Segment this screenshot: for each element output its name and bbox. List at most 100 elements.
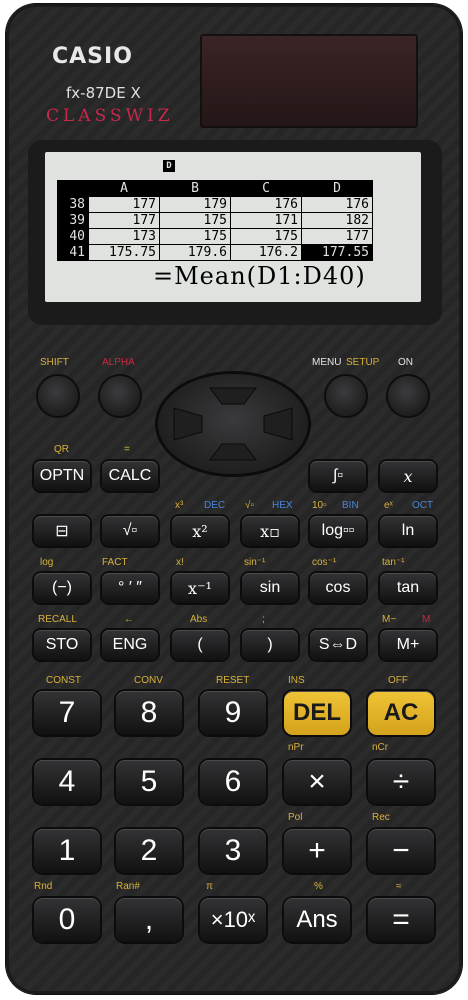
key-label: M: [422, 614, 431, 625]
key-label: INS: [288, 675, 305, 686]
row-number: 40: [57, 228, 89, 245]
digit-4-button[interactable]: 4: [34, 760, 100, 804]
digit-3-button[interactable]: 3: [200, 829, 266, 873]
key-label: CONV: [134, 675, 163, 686]
ans-button[interactable]: Ans: [284, 898, 350, 942]
sheet-cell: 182: [301, 212, 373, 229]
key-label: log: [40, 557, 54, 568]
square-button[interactable]: x²: [172, 516, 228, 546]
sheet-corner: [57, 180, 89, 197]
digit-2-button[interactable]: 2: [116, 829, 182, 873]
shift-button[interactable]: [38, 376, 78, 416]
equals-button[interactable]: =: [368, 898, 434, 942]
key-label: Ran#: [116, 881, 140, 892]
row-number: 39: [57, 212, 89, 229]
negative-button[interactable]: (−): [34, 573, 90, 603]
qr-label: QR: [54, 444, 69, 455]
sheet-cell: 175.75: [88, 244, 160, 261]
key-label: HEX: [272, 500, 293, 511]
open-paren-button[interactable]: (: [172, 630, 228, 660]
row-number: 38: [57, 196, 89, 213]
degrees-button[interactable]: ° ′ ″: [102, 573, 158, 603]
power-button[interactable]: x▫: [242, 516, 298, 546]
dpad-down-icon: [209, 443, 257, 461]
calc-button[interactable]: CALC: [102, 461, 158, 491]
key-label: OFF: [388, 675, 408, 686]
digit-6-button[interactable]: 6: [200, 760, 266, 804]
optn-button[interactable]: OPTN: [34, 461, 90, 491]
key-label: √▫: [245, 500, 255, 511]
sheet-cell: 175: [159, 228, 231, 245]
formula-line: =Mean(D1:D40): [153, 262, 366, 290]
shift-label: SHIFT: [40, 357, 69, 368]
equals-label: =: [124, 444, 130, 455]
key-label: nPr: [288, 742, 304, 753]
m-plus-button[interactable]: M+: [380, 630, 436, 660]
key-label: sin⁻¹: [244, 557, 266, 568]
key-label: x!: [176, 557, 184, 568]
sheet-cell: 177: [88, 212, 160, 229]
sheet-row: 40 173 175 175 177: [57, 228, 373, 245]
divide-button[interactable]: ÷: [368, 760, 434, 804]
del-button[interactable]: DEL: [284, 691, 350, 735]
on-button[interactable]: [388, 376, 428, 416]
setup-label: SETUP: [346, 357, 380, 368]
digit-9-button[interactable]: 9: [200, 691, 266, 735]
sheet-row: 39 177 175 171 182: [57, 212, 373, 229]
multiply-button[interactable]: ×: [284, 760, 350, 804]
digit-7-button[interactable]: 7: [34, 691, 100, 735]
key-label: π: [206, 881, 213, 892]
dpad-arrows: [173, 387, 293, 461]
ac-button[interactable]: AC: [368, 691, 434, 735]
eng-button[interactable]: ENG: [102, 630, 158, 660]
cos-button[interactable]: cos: [310, 573, 366, 603]
sheet-cell: 176: [230, 196, 302, 213]
sheet-row: 41 175.75 179.6 176.2 177.55: [57, 244, 373, 261]
selected-cell: 177.55: [301, 244, 373, 261]
key-label: CONST: [46, 675, 81, 686]
log-base-button[interactable]: log▫▫: [310, 516, 366, 546]
reciprocal-button[interactable]: x⁻¹: [172, 573, 228, 603]
key-label: M−: [382, 614, 397, 625]
key-label: RECALL: [38, 614, 77, 625]
integral-button[interactable]: ∫▫: [310, 461, 366, 491]
sd-button[interactable]: S⇔D: [310, 630, 366, 660]
sheet-cell: 177: [88, 196, 160, 213]
column-header: B: [159, 180, 231, 197]
lcd-display: D A B C D 38 177 179 176 176 39 177 175 …: [45, 152, 421, 302]
sheet-cell: 171: [230, 212, 302, 229]
fraction-button[interactable]: ⊟: [34, 516, 90, 546]
key-label: DEC: [204, 500, 226, 511]
x-variable-button[interactable]: x: [380, 461, 436, 491]
alpha-button[interactable]: [100, 376, 140, 416]
exp10-button[interactable]: ×10ˣ: [200, 898, 266, 942]
key-label: ←: [124, 614, 134, 625]
key-label: Rnd: [34, 881, 53, 892]
tan-button[interactable]: tan: [380, 573, 436, 603]
comma-button[interactable]: ,: [116, 898, 182, 942]
sto-button[interactable]: STO: [34, 630, 90, 660]
sheet-cell: 179.6: [159, 244, 231, 261]
direction-pad[interactable]: [158, 374, 308, 474]
digit-0-button[interactable]: 0: [34, 898, 100, 942]
sheet-cell: 175: [159, 212, 231, 229]
sheet-row: 38 177 179 176 176: [57, 196, 373, 213]
digit-5-button[interactable]: 5: [116, 760, 182, 804]
column-header: C: [230, 180, 302, 197]
digit-8-button[interactable]: 8: [116, 691, 182, 735]
sin-button[interactable]: sin: [242, 573, 298, 603]
menu-button[interactable]: [326, 376, 366, 416]
sheet-cell: 179: [159, 196, 231, 213]
close-paren-button[interactable]: ): [242, 630, 298, 660]
key-label: RESET: [216, 675, 250, 686]
sheet-cell: 176.2: [230, 244, 302, 261]
digit-1-button[interactable]: 1: [34, 829, 100, 873]
key-label: nCr: [372, 742, 389, 753]
key-label: ;: [262, 614, 265, 625]
plus-button[interactable]: +: [284, 829, 350, 873]
minus-button[interactable]: −: [368, 829, 434, 873]
sheet-cell: 173: [88, 228, 160, 245]
ln-button[interactable]: ln: [380, 516, 436, 546]
sqrt-button[interactable]: √▫: [102, 516, 158, 546]
solar-panel: [200, 34, 418, 128]
